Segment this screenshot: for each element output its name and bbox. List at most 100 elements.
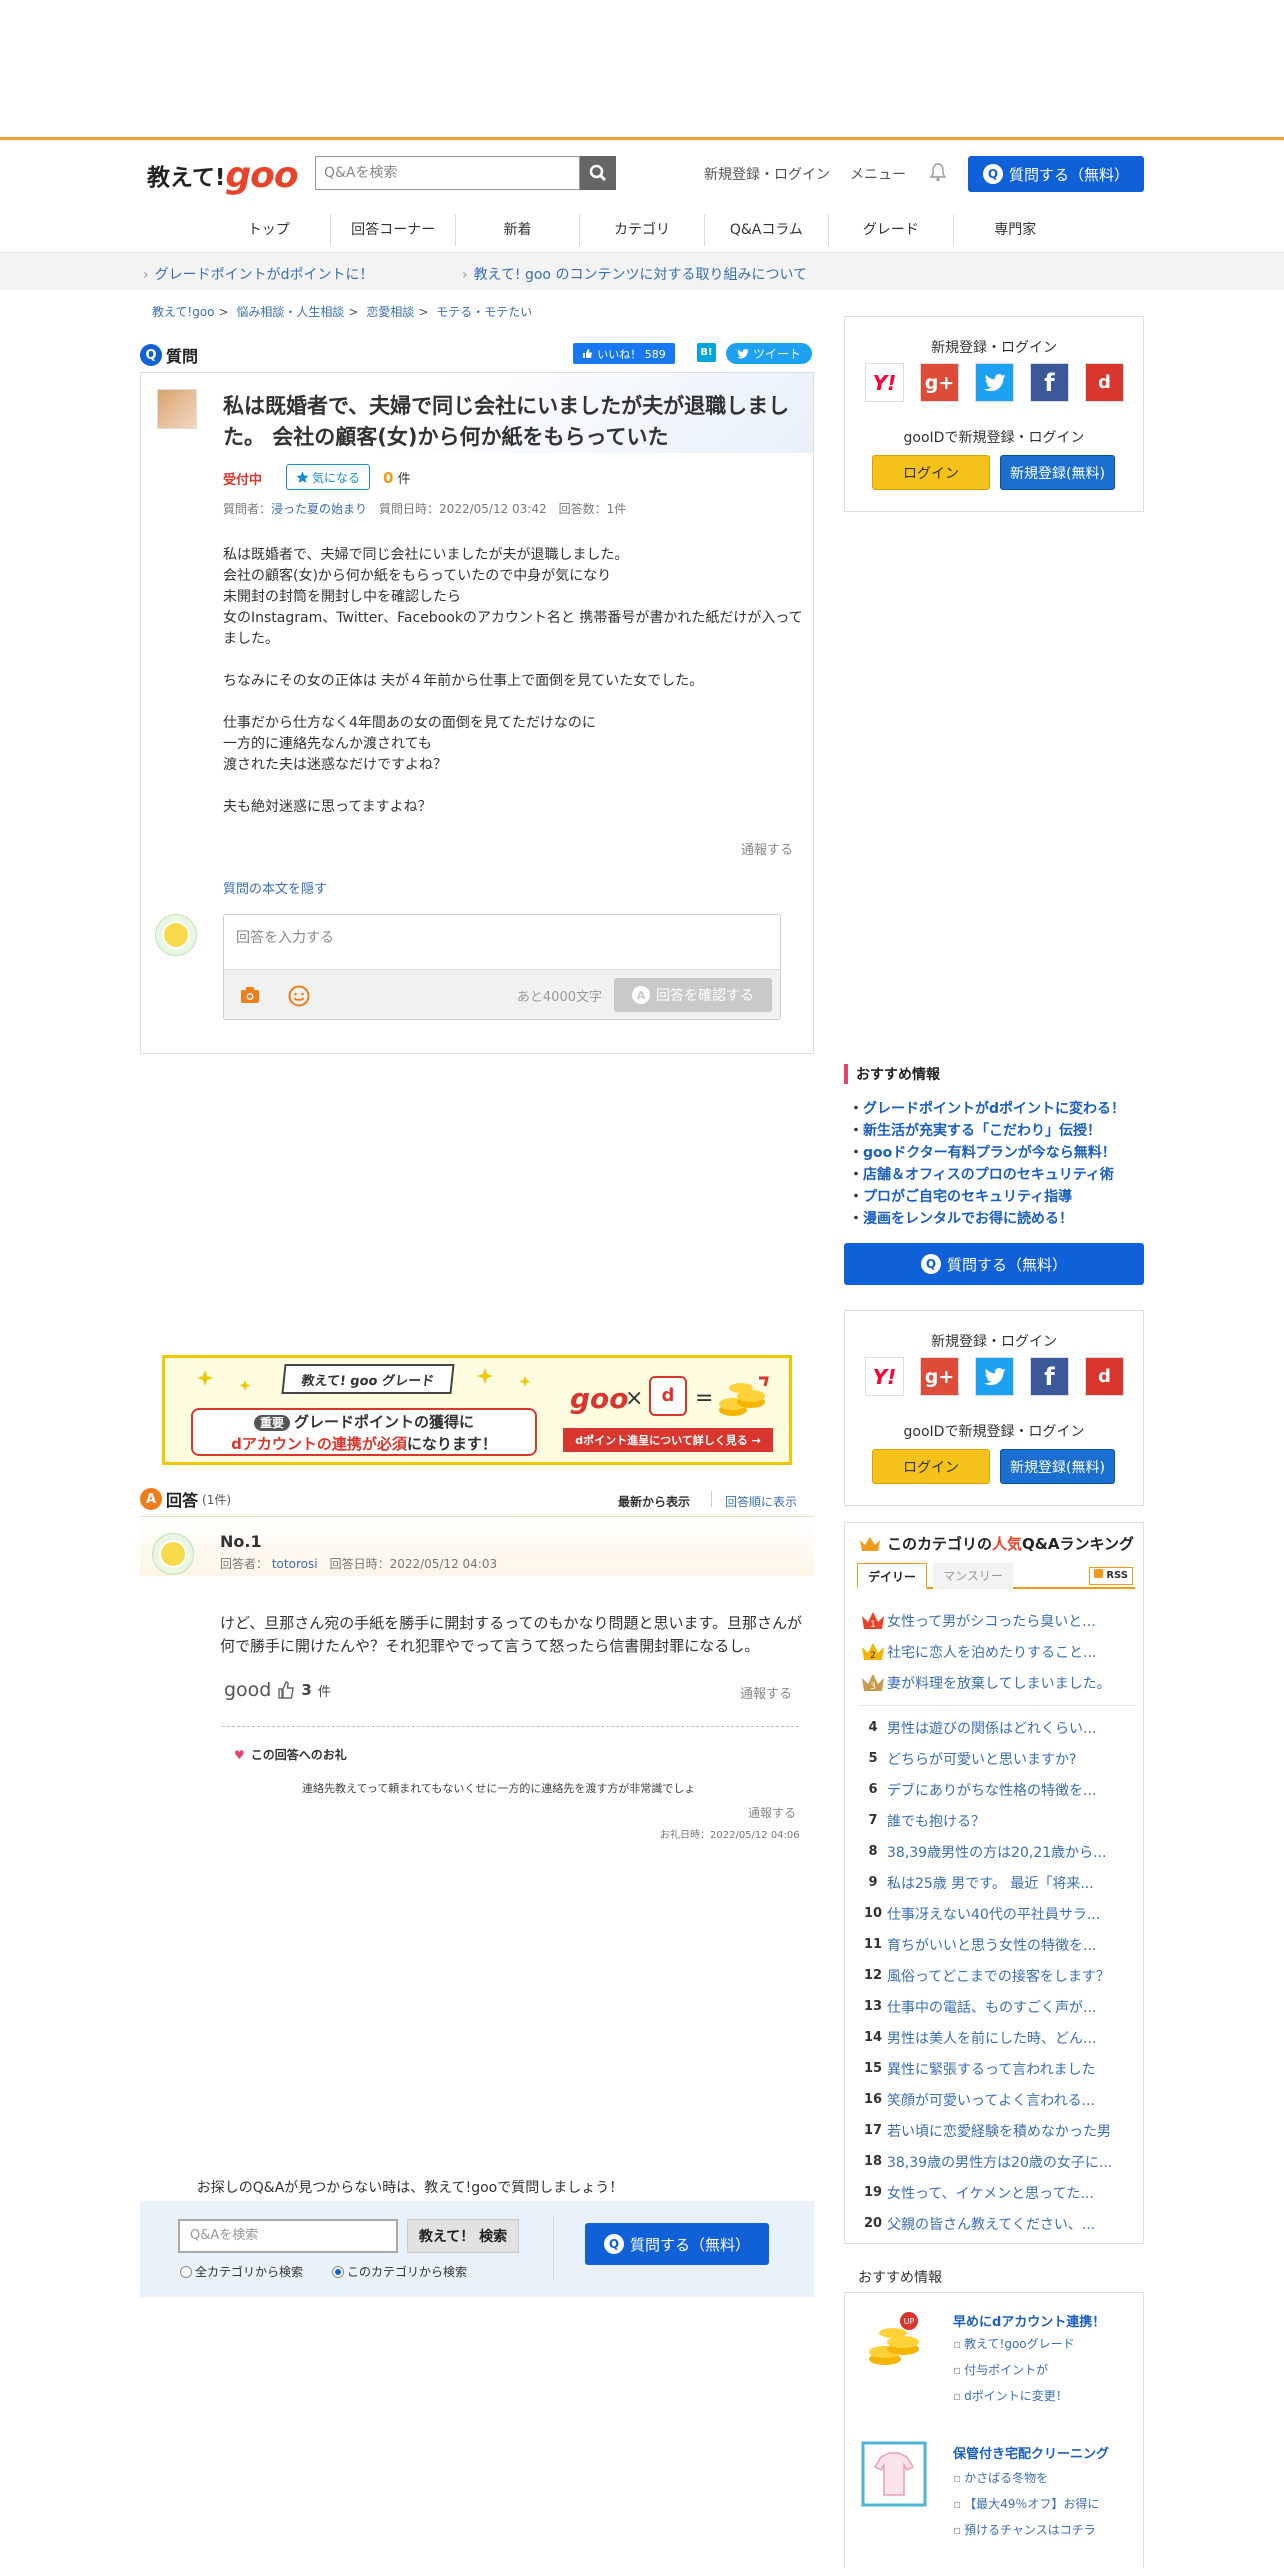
nav-category[interactable]: カテゴリ: [580, 214, 705, 246]
asker-avatar[interactable]: [157, 389, 197, 429]
recommend2-line[interactable]: かさばる冬物を: [953, 2469, 1048, 2486]
ranking-item[interactable]: 6 デブにありがちな性格の特徴を...: [859, 1774, 1137, 1805]
login-button[interactable]: ログイン: [872, 455, 990, 490]
recommend-item[interactable]: 店舗＆オフィスのプロのセキュリティ術: [849, 1164, 1125, 1186]
hide-body-link[interactable]: 質問の本文を隠す: [223, 878, 327, 897]
recommend2-line[interactable]: 付与ポイントが: [953, 2361, 1048, 2378]
recommend-item[interactable]: gooドクター有料プランが今なら無料！: [849, 1142, 1125, 1164]
answerer-name-link[interactable]: totorosi: [272, 1557, 318, 1571]
nav-qa-column[interactable]: Q&Aコラム: [705, 214, 830, 246]
recommend2-block2-title[interactable]: 保管付き宅配クリーニング: [953, 2443, 1109, 2462]
ranking-item[interactable]: 17 若い頃に恋愛経験を積めなかった男: [859, 2115, 1137, 2146]
answer-report-link[interactable]: 通報する: [740, 1683, 792, 1702]
recommend-item[interactable]: グレードポイントがdポイントに変わる！: [849, 1098, 1125, 1120]
recommend2-line[interactable]: 教えて!gooグレード: [953, 2335, 1075, 2352]
ranking-item[interactable]: 8 38,39歳男性の方は20,21歳から...: [859, 1836, 1137, 1867]
bell-icon[interactable]: [929, 162, 947, 182]
login-button[interactable]: ログイン: [872, 1449, 990, 1484]
yahoo-login-icon[interactable]: Y!: [865, 363, 904, 402]
good-button[interactable]: good 3 件: [224, 1679, 331, 1701]
header-ask-button[interactable]: Q 質問する（無料）: [968, 156, 1144, 192]
nav-grade[interactable]: グレード: [829, 214, 954, 246]
ranking-item[interactable]: 12 風俗ってどこまでの接客をします？: [859, 1960, 1137, 1991]
asker-name-link[interactable]: 浸った夏の始まり: [271, 502, 367, 516]
google-plus-login-icon[interactable]: g+: [920, 1357, 959, 1396]
ranking-item[interactable]: 10 仕事冴えない40代の平社員サラ...: [859, 1898, 1137, 1929]
register-button[interactable]: 新規登録(無料): [1000, 1449, 1115, 1484]
rss-button[interactable]: RSS: [1089, 1567, 1133, 1585]
recommend-item[interactable]: プロがご自宅のセキュリティ指導: [849, 1186, 1125, 1208]
emoji-icon[interactable]: [288, 985, 310, 1007]
header-signup-login-link[interactable]: 新規登録・ログイン: [704, 164, 830, 184]
recommend-item[interactable]: 新生活が充実する「こだわり」伝授！: [849, 1120, 1125, 1142]
ranking-item[interactable]: 3 妻が料理を放棄してしまいました。: [859, 1667, 1137, 1698]
ranking-item[interactable]: 2 社宅に恋人を泊めたりすること...: [859, 1636, 1137, 1667]
sidebar-ask-button[interactable]: Q 質問する（無料）: [844, 1243, 1144, 1285]
facebook-like-button[interactable]: いいね！ 589: [573, 343, 675, 364]
nav-answer-corner[interactable]: 回答コーナー: [331, 214, 456, 246]
info-link-grade-point[interactable]: グレードポイントがdポイントに！: [143, 264, 374, 284]
thanks-report-link[interactable]: 通報する: [748, 1804, 796, 1821]
ranking-item[interactable]: 7 誰でも抱ける？: [859, 1805, 1137, 1836]
twitter-login-icon[interactable]: [975, 1357, 1014, 1396]
tab-daily[interactable]: デイリー: [857, 1563, 927, 1589]
ranking-item[interactable]: 14 男性は美人を前にした時、どん...: [859, 2022, 1137, 2053]
question-report-link[interactable]: 通報する: [741, 839, 793, 858]
docomo-login-icon[interactable]: d: [1085, 1357, 1124, 1396]
ranking-item[interactable]: 18 38,39歳の男性方は20歳の女子に...: [859, 2146, 1137, 2177]
sort-by-order[interactable]: 回答順に表示: [725, 1493, 797, 1510]
ranking-item[interactable]: 1 女性って男がシコったら臭いと...: [859, 1605, 1137, 1636]
tab-monthly[interactable]: マンスリー: [933, 1563, 1013, 1589]
banner-detail-link[interactable]: dポイント進呈について詳しく見る →: [563, 1428, 773, 1452]
radio-all-categories[interactable]: 全カテゴリから検索: [180, 2263, 303, 2280]
docomo-login-icon[interactable]: d: [1085, 363, 1124, 402]
ranking-item[interactable]: 15 異性に緊張するって言われました: [859, 2053, 1137, 2084]
recommend2-line[interactable]: 預けるチャンスはコチラ: [953, 2521, 1096, 2538]
tweet-button[interactable]: ツイート: [726, 343, 812, 364]
nav-expert[interactable]: 専門家: [954, 214, 1077, 246]
info-link-content-policy[interactable]: 教えて! goo のコンテンツに対する取り組みについて: [462, 264, 807, 284]
twitter-login-icon[interactable]: [975, 363, 1014, 402]
ranking-item[interactable]: 20 父親の皆さん教えてください、...: [859, 2208, 1137, 2239]
facebook-login-icon[interactable]: f: [1030, 1357, 1069, 1396]
breadcrumb-item[interactable]: 恋愛相談: [366, 305, 414, 319]
recommend2-block1-title[interactable]: 早めにdアカウント連携！: [953, 2311, 1105, 2330]
breadcrumb-item[interactable]: 悩み相談・人生相談: [236, 305, 344, 319]
coins-image[interactable]: UP: [861, 2307, 927, 2373]
yahoo-login-icon[interactable]: Y!: [865, 1357, 904, 1396]
bottom-search-input[interactable]: Q&Aを検索: [178, 2219, 398, 2253]
ranking-item[interactable]: 9 私は25歳 男です。 最近「将来...: [859, 1867, 1137, 1898]
header-menu-link[interactable]: メニュー: [850, 164, 906, 184]
ranking-item[interactable]: 19 女性って、イケメンと思ってた...: [859, 2177, 1137, 2208]
ranking-item[interactable]: 5 どちらが可愛いと思いますか?: [859, 1743, 1137, 1774]
bottom-search-button[interactable]: 教えて！ 検索: [407, 2219, 519, 2253]
header-search-input[interactable]: Q&Aを検索: [315, 156, 580, 190]
clothing-image[interactable]: [861, 2441, 927, 2507]
nav-new[interactable]: 新着: [456, 214, 581, 246]
ranking-item[interactable]: 13 仕事中の電話、ものすごく声が...: [859, 1991, 1137, 2022]
sort-newest[interactable]: 最新から表示: [618, 1493, 690, 1510]
breadcrumb-item[interactable]: モテる・モテたい: [436, 305, 532, 319]
grade-dpoint-banner[interactable]: 教えて! goo グレード 重要 グレードポイントの獲得に dアカウントの連携が必…: [162, 1355, 792, 1465]
answer-input[interactable]: 回答を入力する あと4000文字 A 回答を確認する: [223, 914, 781, 1020]
camera-icon[interactable]: [240, 986, 260, 1004]
hatena-bookmark-button[interactable]: B!: [697, 343, 716, 362]
ranking-item[interactable]: 11 育ちがいいと思う女性の特徴を...: [859, 1929, 1137, 1960]
ranking-tabs: デイリー マンスリー RSS: [857, 1563, 1135, 1589]
site-logo[interactable]: 教えて! goo: [147, 152, 299, 194]
kininaru-button[interactable]: 気になる: [286, 464, 370, 490]
recommend-item[interactable]: 漫画をレンタルでお得に読める！: [849, 1208, 1125, 1230]
radio-this-category[interactable]: このカテゴリから検索: [332, 2263, 467, 2280]
facebook-login-icon[interactable]: f: [1030, 363, 1069, 402]
bottom-ask-button[interactable]: Q 質問する（無料）: [585, 2223, 769, 2265]
search-button[interactable]: [580, 156, 616, 190]
recommend2-line[interactable]: 【最大49％オフ】お得に: [953, 2495, 1099, 2512]
ranking-item[interactable]: 4 男性は遊びの関係はどれくらい...: [859, 1712, 1137, 1743]
register-button[interactable]: 新規登録(無料): [1000, 455, 1115, 490]
recommend2-line[interactable]: dポイントに変更！: [953, 2387, 1068, 2404]
ranking-item[interactable]: 16 笑顔が可愛いってよく言われる...: [859, 2084, 1137, 2115]
breadcrumb-item[interactable]: 教えて!goo: [152, 305, 215, 319]
google-plus-login-icon[interactable]: g+: [920, 363, 959, 402]
confirm-answer-button[interactable]: A 回答を確認する: [614, 978, 772, 1012]
nav-top[interactable]: トップ: [207, 214, 332, 246]
